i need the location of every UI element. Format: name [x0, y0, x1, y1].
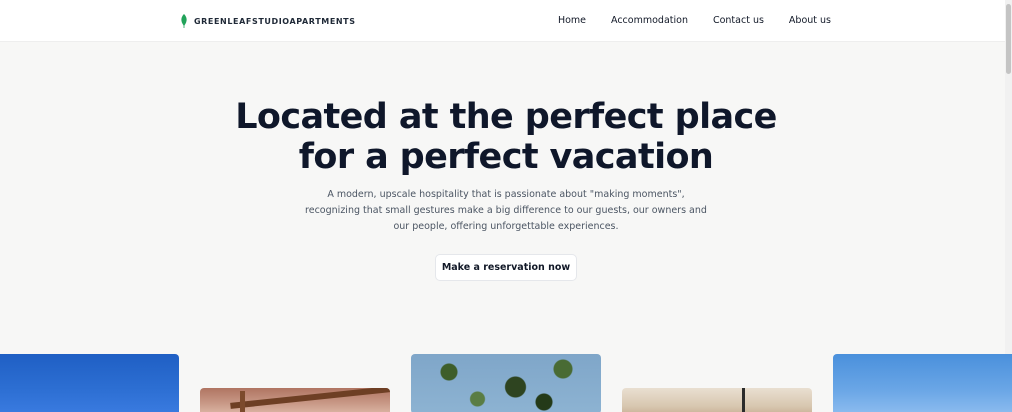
gallery-photo-sky — [0, 354, 179, 412]
site-header: GREENLEAFSTUDIOAPARTMENTS Home Accommoda… — [0, 0, 1005, 42]
page-scrollbar[interactable] — [1005, 0, 1012, 412]
window-frame — [742, 388, 745, 412]
hero-title-line-1: Located at the perfect place — [235, 97, 777, 137]
scrollbar-thumb[interactable] — [1006, 4, 1011, 74]
hero-subtitle: A modern, upscale hospitality that is pa… — [296, 187, 716, 235]
nav-item-about-us[interactable]: About us — [789, 15, 831, 26]
main-nav: Home Accommodation Contact us About us — [558, 15, 831, 26]
wood-post — [240, 391, 245, 412]
nav-item-contact-us[interactable]: Contact us — [713, 15, 764, 26]
hero-subtitle-line-2: recognizing that small gestures make a b… — [305, 205, 707, 216]
nav-item-accommodation[interactable]: Accommodation — [611, 15, 688, 26]
hero-subtitle-line-3: our people, offering unforgettable exper… — [393, 221, 619, 232]
leaf-icon — [181, 14, 187, 28]
gallery-photo-sea-sky — [833, 354, 1012, 412]
brand-logo[interactable]: GREENLEAFSTUDIOAPARTMENTS — [180, 13, 356, 29]
hero-title: Located at the perfect place for a perfe… — [0, 97, 1012, 177]
gallery-photo-room — [622, 388, 812, 412]
nav-item-home[interactable]: Home — [558, 15, 586, 26]
gallery-photo-trees — [411, 354, 601, 412]
wood-beam — [230, 388, 390, 409]
brand-name: GREENLEAFSTUDIOAPARTMENTS — [194, 16, 356, 26]
hero-subtitle-line-1: A modern, upscale hospitality that is pa… — [327, 189, 685, 200]
make-reservation-button[interactable]: Make a reservation now — [435, 254, 577, 281]
gallery-photo-interior — [200, 388, 390, 412]
hero-title-line-2: for a perfect vacation — [298, 137, 714, 177]
